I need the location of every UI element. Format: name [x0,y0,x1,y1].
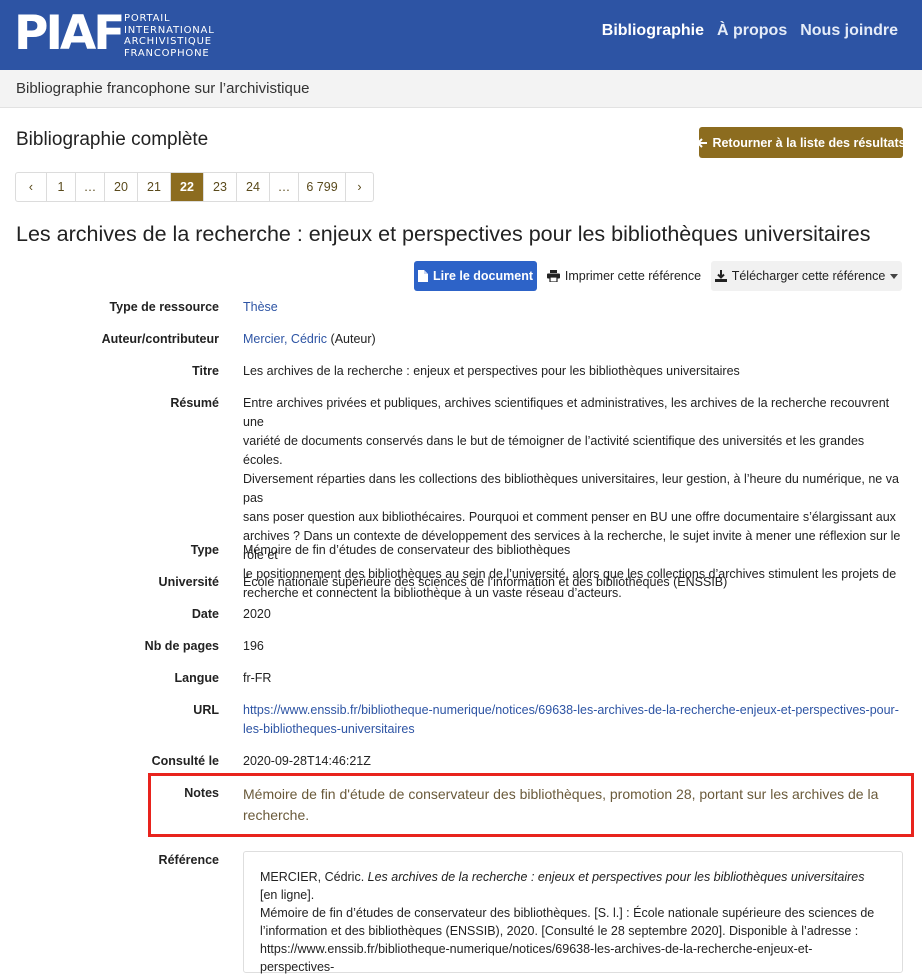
reference-citation-box: MERCIER, Cédric. Les archives de la rech… [243,851,903,974]
pagination-page[interactable]: 1 [47,173,76,201]
field-label-consulte: Consulté le [151,754,219,768]
pagination-ellipsis: … [270,173,299,201]
back-to-results-button[interactable]: Retourner à la liste des résultats [696,127,906,158]
back-button-label: Retourner à la liste des résultats [712,135,906,150]
field-value-langue: fr-FR [243,671,272,685]
field-label-universite: Université [158,575,219,589]
field-value-nb-pages: 196 [243,639,264,653]
notes-line: recherche. [243,807,310,823]
sub-header-title[interactable]: Bibliographie francophone sur l’archivis… [16,80,310,97]
top-navbar: PIAF PORTAIL INTERNATIONAL ARCHIVISTIQUE… [0,0,922,70]
field-value-universite: École nationale supérieure des sciences … [243,575,728,589]
logo-line: ARCHIVISTIQUE [124,36,212,47]
nav-nous-joindre[interactable]: Nous joindre [800,22,898,40]
print-reference-label: Imprimer cette référence [564,269,702,283]
reference-line: Mémoire de fin d’études de conservateur … [260,906,875,920]
resume-line: variété de documents conservés dans le b… [243,434,865,467]
reference-line: MERCIER, Cédric. Les archives de la rech… [260,868,882,904]
field-value-resume: Entre archives privées et publiques, arc… [243,394,903,603]
field-label-type: Type [190,543,219,557]
pagination-page[interactable]: 20 [105,173,138,201]
resume-line: sans poser question aux bibliothécaires.… [243,510,896,524]
download-icon [714,270,727,282]
field-value-titre: Les archives de la recherche : enjeux et… [243,364,740,378]
download-reference-dropdown[interactable]: Télécharger cette référence [711,261,902,291]
pagination-page[interactable]: 24 [237,173,270,201]
logo-line: INTERNATIONAL [124,24,215,36]
document-title: Les archives de la recherche : enjeux et… [16,222,871,246]
pagination-page-current[interactable]: 22 [171,173,204,201]
field-value-type-ressource: Thèse [243,298,278,317]
field-label-date: Date [191,607,219,621]
pagination-page[interactable]: 21 [138,173,171,201]
pagination-next-chevron-right-icon[interactable]: › [346,173,373,201]
resume-line: Entre archives privées et publiques, arc… [243,396,890,429]
pagination: ‹ 1 … 20 21 22 23 24 … 6 799 › [15,172,374,202]
caret-down-icon [890,273,899,279]
url-link-continued[interactable]: les-bibliotheques-universitaires [243,720,903,739]
field-label-type-ressource: Type de ressource [109,300,219,314]
read-document-label: Lire le document [432,269,534,283]
printer-icon [546,270,560,282]
file-icon [417,270,428,282]
sub-header: Bibliographie francophone sur l’archivis… [0,70,922,108]
arrow-left-icon [696,137,708,149]
field-value-type: Mémoire de fin d’études de conservateur … [243,543,571,557]
field-label-titre: Titre [192,364,219,378]
reference-line: l’information et des bibliothèques (ENSS… [260,924,859,938]
pagination-prev-chevron-left-icon[interactable]: ‹ [16,173,47,201]
notes-line: Mémoire de fin d'étude de conservateur d… [243,786,879,802]
field-value-url: https://www.enssib.fr/bibliotheque-numer… [243,701,903,739]
author-link[interactable]: Mercier, Cédric [243,332,327,346]
field-label-notes: Notes [184,786,219,800]
field-label-resume: Résumé [170,396,219,410]
read-document-button[interactable]: Lire le document [414,261,537,291]
print-reference-button[interactable]: Imprimer cette référence [541,261,707,291]
logo-subtitle: PORTAIL INTERNATIONAL ARCHIVISTIQUE FRAN… [124,13,215,59]
logo-line: FRANCOPHONE [124,47,210,59]
type-ressource-link[interactable]: Thèse [243,300,278,314]
reference-line: https://www.enssib.fr/bibliotheque-numer… [260,942,813,974]
reference-title: Les archives de la recherche : enjeux et… [367,870,865,884]
field-label-url: URL [193,703,219,717]
piaf-logo[interactable]: PIAF [14,8,125,60]
download-reference-label: Télécharger cette référence [731,269,886,283]
field-label-reference: Référence [158,853,219,867]
field-label-auteur: Auteur/contributeur [101,332,219,346]
field-value-consulte: 2020-09-28T14:46:21Z [243,754,371,768]
pagination-page-last[interactable]: 6 799 [299,173,346,201]
pagination-page[interactable]: 23 [204,173,237,201]
pagination-ellipsis: … [76,173,105,201]
field-value-auteur: Mercier, Cédric (Auteur) [243,330,376,349]
resume-line: Diversement réparties dans les collectio… [243,472,899,505]
field-label-langue: Langue [174,671,219,685]
nav-bibliographie[interactable]: Bibliographie [602,22,704,40]
reference-author: MERCIER, Cédric. [260,870,368,884]
author-role: (Auteur) [330,332,376,346]
reference-online: [en ligne]. [260,888,315,902]
field-value-date: 2020 [243,607,271,621]
nav-a-propos[interactable]: À propos [717,22,787,40]
field-label-nb-pages: Nb de pages [144,639,219,653]
page-title: Bibliographie complète [16,129,209,150]
url-link[interactable]: https://www.enssib.fr/bibliotheque-numer… [243,701,903,720]
main-nav: Bibliographie À propos Nous joindre [602,22,898,40]
field-value-notes: Mémoire de fin d'étude de conservateur d… [243,784,883,826]
logo-line: PORTAIL [124,13,171,24]
